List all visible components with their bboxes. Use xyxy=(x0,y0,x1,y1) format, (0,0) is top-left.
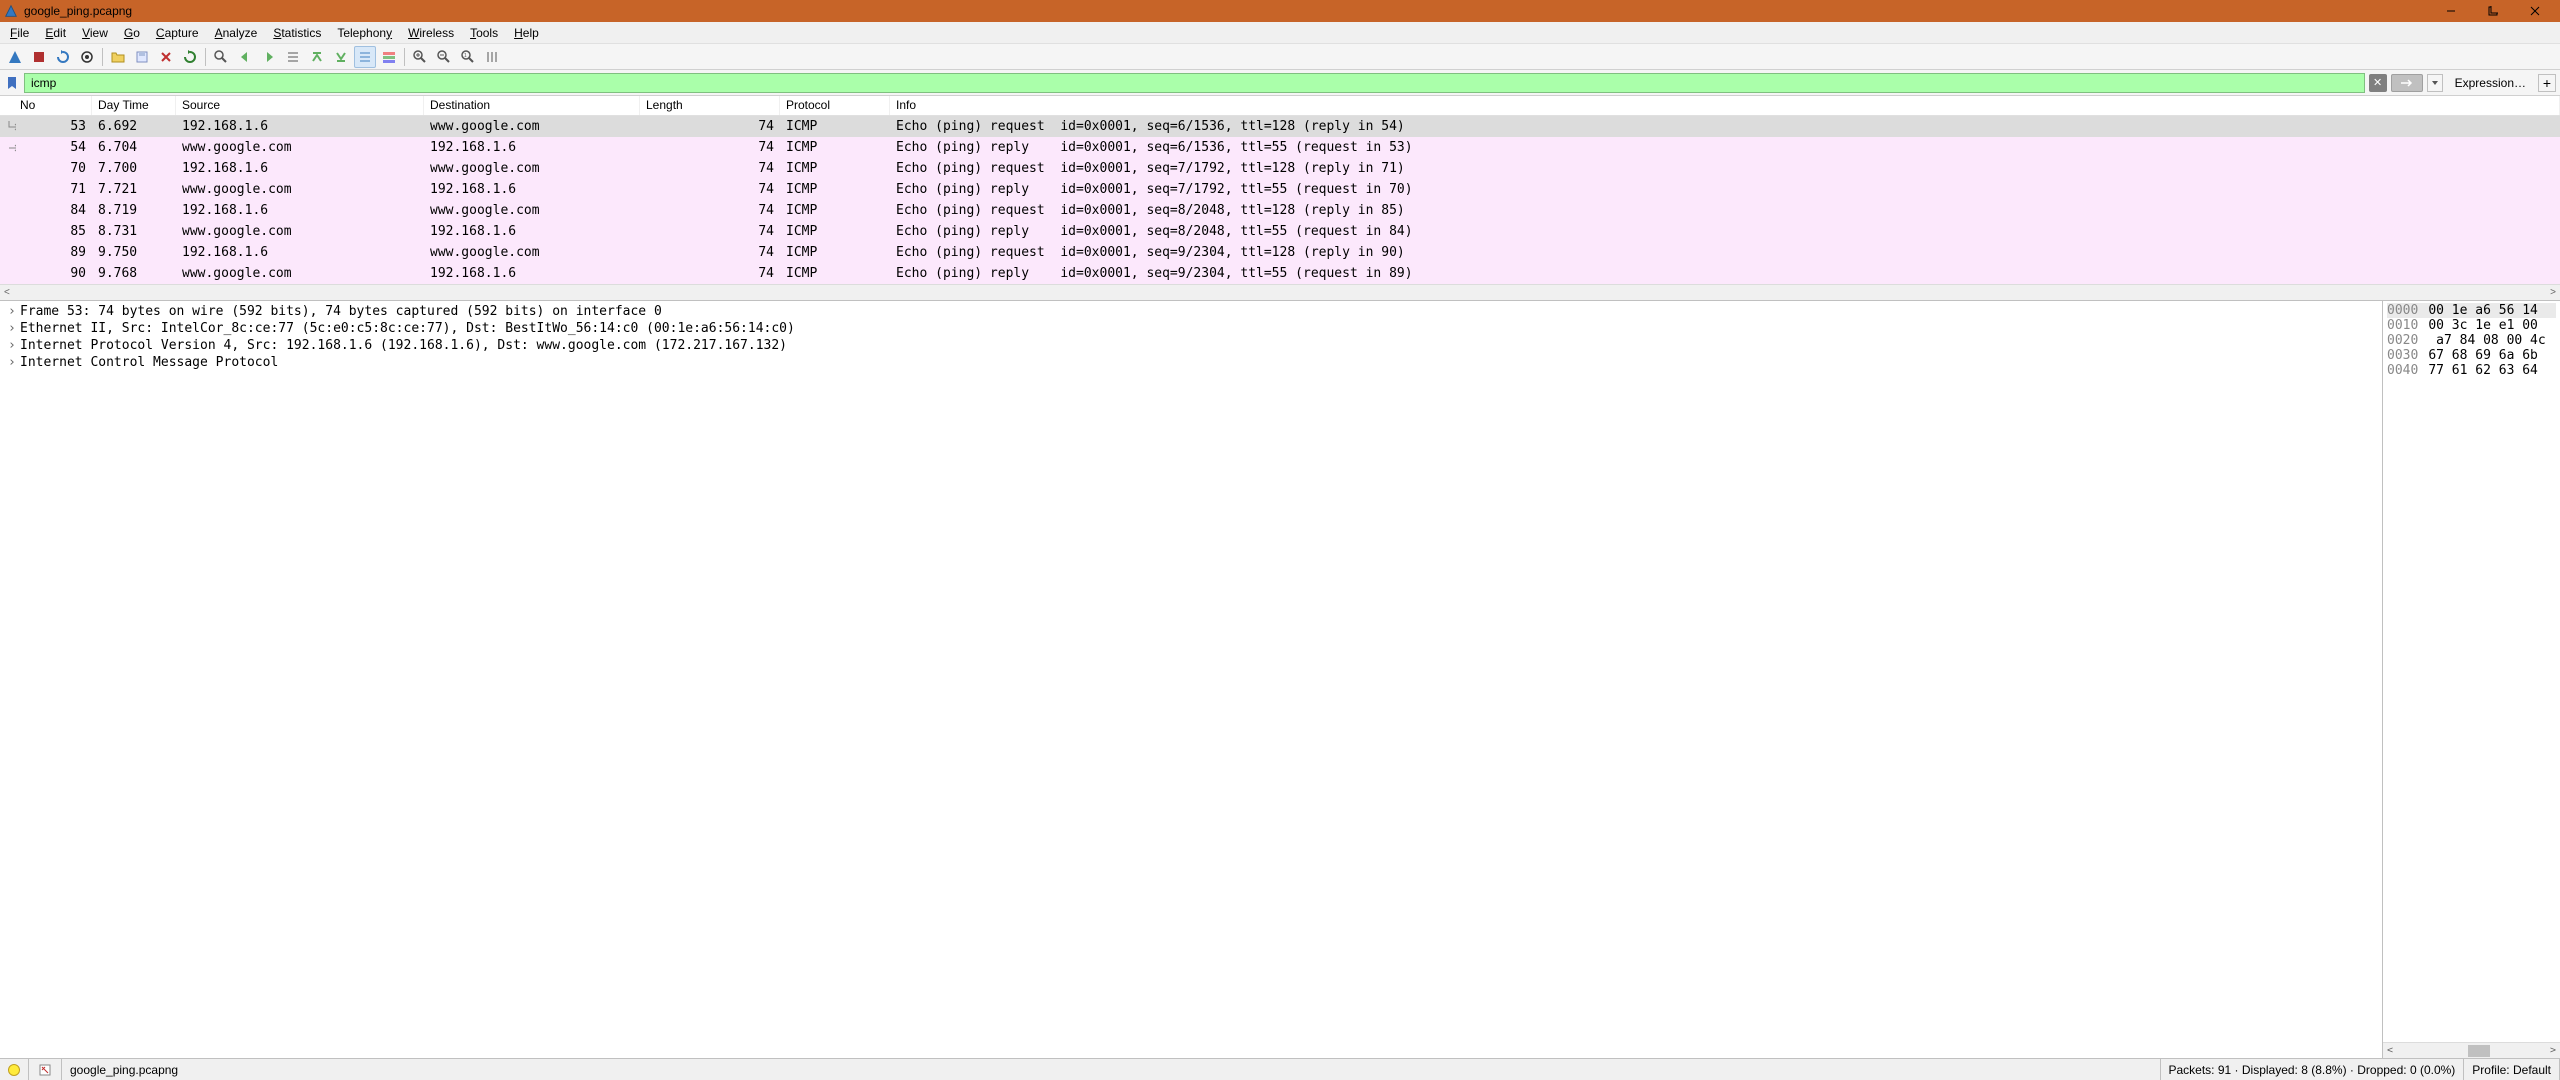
resize-columns-icon[interactable] xyxy=(481,46,503,68)
status-profile[interactable]: Profile: Default xyxy=(2464,1059,2560,1080)
app-icon xyxy=(4,4,18,18)
window-title: google_ping.pcapng xyxy=(24,4,2430,18)
col-header-source[interactable]: Source xyxy=(176,96,424,115)
maximize-button[interactable] xyxy=(2472,0,2514,22)
filter-history-dropdown[interactable] xyxy=(2427,74,2443,92)
col-header-info[interactable]: Info xyxy=(890,96,2560,115)
go-forward-icon[interactable] xyxy=(258,46,280,68)
minimize-button[interactable] xyxy=(2430,0,2472,22)
packet-row[interactable]: 858.731www.google.com192.168.1.674ICMPEc… xyxy=(0,221,2560,242)
close-file-icon[interactable] xyxy=(155,46,177,68)
menu-analyze[interactable]: Analyze xyxy=(207,24,266,42)
packet-row[interactable]: 717.721www.google.com192.168.1.674ICMPEc… xyxy=(0,179,2560,200)
menu-tools[interactable]: Tools xyxy=(462,24,506,42)
packet-list-header[interactable]: No Day Time Source Destination Length Pr… xyxy=(0,96,2560,116)
menu-wireless[interactable]: Wireless xyxy=(400,24,462,42)
menu-telephony[interactable]: Telephony xyxy=(329,24,400,42)
status-capture-indicator[interactable] xyxy=(0,1059,29,1080)
menu-edit[interactable]: Edit xyxy=(37,24,74,42)
svg-text:1: 1 xyxy=(464,53,467,59)
hex-line[interactable]: 0020 a7 84 08 00 4c xyxy=(2387,333,2556,348)
save-file-icon[interactable] xyxy=(131,46,153,68)
col-header-length[interactable]: Length xyxy=(640,96,780,115)
toolbar: 1 xyxy=(0,44,2560,70)
hex-line[interactable]: 001000 3c 1e e1 00 xyxy=(2387,318,2556,333)
packet-row[interactable]: 848.719192.168.1.6www.google.com74ICMPEc… xyxy=(0,200,2560,221)
reload-icon[interactable] xyxy=(179,46,201,68)
packet-row[interactable]: 707.700192.168.1.6www.google.com74ICMPEc… xyxy=(0,158,2560,179)
autoscroll-icon[interactable] xyxy=(354,46,376,68)
packet-row[interactable]: 899.750192.168.1.6www.google.com74ICMPEc… xyxy=(0,242,2560,263)
restart-capture-icon[interactable] xyxy=(52,46,74,68)
menu-file[interactable]: File xyxy=(2,24,37,42)
col-header-no[interactable]: No xyxy=(0,96,92,115)
menubar: FileEditViewGoCaptureAnalyzeStatisticsTe… xyxy=(0,22,2560,44)
packet-row[interactable]: 546.704www.google.com192.168.1.674ICMPEc… xyxy=(0,137,2560,158)
start-capture-icon[interactable] xyxy=(4,46,26,68)
menu-statistics[interactable]: Statistics xyxy=(265,24,329,42)
packet-details-pane[interactable]: › Frame 53: 74 bytes on wire (592 bits),… xyxy=(0,301,2382,1058)
hex-scrollbar[interactable]: <> xyxy=(2383,1042,2560,1058)
detail-tree-item[interactable]: › Frame 53: 74 bytes on wire (592 bits),… xyxy=(0,303,2382,320)
filterbar: ✕ Expression… + xyxy=(0,70,2560,96)
hex-line[interactable]: 000000 1e a6 56 14 xyxy=(2387,303,2556,318)
detail-tree-item[interactable]: › Internet Control Message Protocol xyxy=(0,354,2382,371)
expression-button[interactable]: Expression… xyxy=(2447,74,2534,92)
zoom-reset-icon[interactable]: 1 xyxy=(457,46,479,68)
col-header-time[interactable]: Day Time xyxy=(92,96,176,115)
colorize-icon[interactable] xyxy=(378,46,400,68)
col-header-protocol[interactable]: Protocol xyxy=(780,96,890,115)
find-icon[interactable] xyxy=(210,46,232,68)
detail-tree-item[interactable]: › Ethernet II, Src: IntelCor_8c:ce:77 (5… xyxy=(0,320,2382,337)
status-file-label: google_ping.pcapng xyxy=(62,1059,2161,1080)
stop-capture-icon[interactable] xyxy=(28,46,50,68)
add-filter-button[interactable]: + xyxy=(2538,74,2556,92)
packet-bytes-pane[interactable]: 000000 1e a6 56 14001000 3c 1e e1 000020… xyxy=(2382,301,2560,1058)
close-button[interactable] xyxy=(2514,0,2556,22)
packet-list-pane: No Day Time Source Destination Length Pr… xyxy=(0,96,2560,300)
titlebar: google_ping.pcapng xyxy=(0,0,2560,22)
menu-go[interactable]: Go xyxy=(116,24,148,42)
filter-apply-button[interactable] xyxy=(2391,74,2423,92)
goto-last-icon[interactable] xyxy=(330,46,352,68)
capture-options-icon[interactable] xyxy=(76,46,98,68)
status-packet-stats: Packets: 91 · Displayed: 8 (8.8%) · Drop… xyxy=(2161,1059,2465,1080)
menu-view[interactable]: View xyxy=(74,24,116,42)
hex-line[interactable]: 004077 61 62 63 64 xyxy=(2387,363,2556,378)
goto-first-icon[interactable] xyxy=(306,46,328,68)
menu-capture[interactable]: Capture xyxy=(148,24,207,42)
zoom-in-icon[interactable] xyxy=(409,46,431,68)
filter-bookmark-icon[interactable] xyxy=(4,75,20,91)
hex-line[interactable]: 003067 68 69 6a 6b xyxy=(2387,348,2556,363)
filter-clear-button[interactable]: ✕ xyxy=(2369,74,2387,92)
packet-list-scrollbar[interactable]: <> xyxy=(0,284,2560,300)
packet-row[interactable]: 909.768www.google.com192.168.1.674ICMPEc… xyxy=(0,263,2560,284)
zoom-out-icon[interactable] xyxy=(433,46,455,68)
statusbar: google_ping.pcapng Packets: 91 · Display… xyxy=(0,1058,2560,1080)
packet-row[interactable]: 536.692192.168.1.6www.google.com74ICMPEc… xyxy=(0,116,2560,137)
detail-tree-item[interactable]: › Internet Protocol Version 4, Src: 192.… xyxy=(0,337,2382,354)
status-expert-info-icon[interactable] xyxy=(29,1059,62,1080)
go-back-icon[interactable] xyxy=(234,46,256,68)
goto-packet-icon[interactable] xyxy=(282,46,304,68)
menu-help[interactable]: Help xyxy=(506,24,547,42)
open-file-icon[interactable] xyxy=(107,46,129,68)
col-header-destination[interactable]: Destination xyxy=(424,96,640,115)
display-filter-input[interactable] xyxy=(24,73,2365,93)
